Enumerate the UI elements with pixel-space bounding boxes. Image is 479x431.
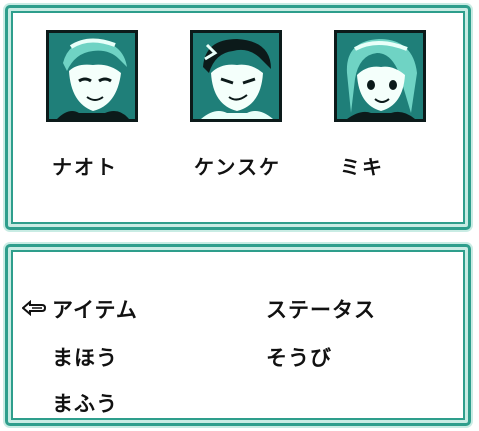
hand-pointer-icon <box>22 300 46 316</box>
miki-face-icon <box>337 33 423 119</box>
portrait-kensuke[interactable] <box>190 30 282 122</box>
naoto-face-icon <box>49 33 135 119</box>
portrait-naoto[interactable] <box>46 30 138 122</box>
party-panel: ナオト ケンスケ ミキ <box>5 5 471 230</box>
character-name-naoto: ナオト <box>52 155 118 179</box>
command-menu-panel: アイテム まほう まふう ステータス そうび <box>5 244 471 426</box>
character-name-miki: ミキ <box>340 155 384 179</box>
menu-item-status[interactable]: ステータス <box>266 294 376 324</box>
character-name-kensuke: ケンスケ <box>194 155 281 179</box>
menu-item-magic[interactable]: まほう <box>52 342 118 372</box>
menu-item-seal[interactable]: まふう <box>52 388 118 418</box>
menu-item-equip[interactable]: そうび <box>266 342 332 372</box>
menu-item-items[interactable]: アイテム <box>52 294 138 324</box>
portrait-miki[interactable] <box>334 30 426 122</box>
kensuke-face-icon <box>193 33 279 119</box>
